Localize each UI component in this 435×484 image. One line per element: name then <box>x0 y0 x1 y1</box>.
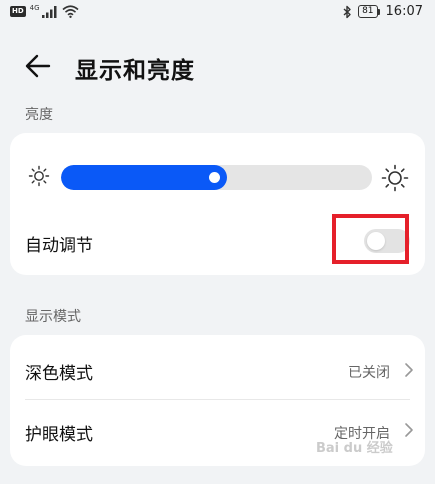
status-bar: HD 4G 81 16:07 <box>0 0 435 28</box>
battery-icon: 81 <box>358 5 380 18</box>
status-bar-left: HD 4G <box>10 3 79 18</box>
eye-comfort-label: 护眼模式 <box>25 425 93 445</box>
wifi-icon <box>62 5 79 18</box>
signal-icon <box>41 5 57 18</box>
status-time: 16:07 <box>385 4 423 19</box>
section-label-display-mode: 显示模式 <box>25 309 81 325</box>
chevron-right-icon <box>405 363 413 377</box>
brightness-slider-thumb[interactable] <box>209 172 220 183</box>
status-bar-right: 81 16:07 <box>343 4 423 19</box>
dark-mode-value: 已关闭 <box>348 365 390 381</box>
hd-badge: HD <box>10 6 26 17</box>
watermark: Bai du 经验 <box>316 441 393 456</box>
chevron-right-icon <box>405 423 413 437</box>
list-item-dark-mode[interactable]: 深色模式 已关闭 <box>10 335 425 399</box>
bluetooth-icon <box>343 5 351 18</box>
sun-small-icon <box>28 165 50 187</box>
brightness-slider[interactable] <box>61 165 372 190</box>
highlight-annotation-box <box>332 214 409 264</box>
section-label-brightness: 亮度 <box>25 107 53 123</box>
auto-adjust-label: 自动调节 <box>25 236 93 256</box>
arrow-left-icon[interactable] <box>24 53 52 79</box>
list-item-eye-comfort[interactable]: 护眼模式 定时开启 <box>10 400 425 466</box>
network-type-label: 4G <box>29 3 40 12</box>
battery-level: 81 <box>358 5 378 18</box>
brightness-slider-fill <box>61 165 227 190</box>
sun-large-icon <box>381 164 409 192</box>
dark-mode-label: 深色模式 <box>25 364 93 384</box>
page-title: 显示和亮度 <box>75 58 195 84</box>
page-header: 显示和亮度 <box>0 44 435 88</box>
